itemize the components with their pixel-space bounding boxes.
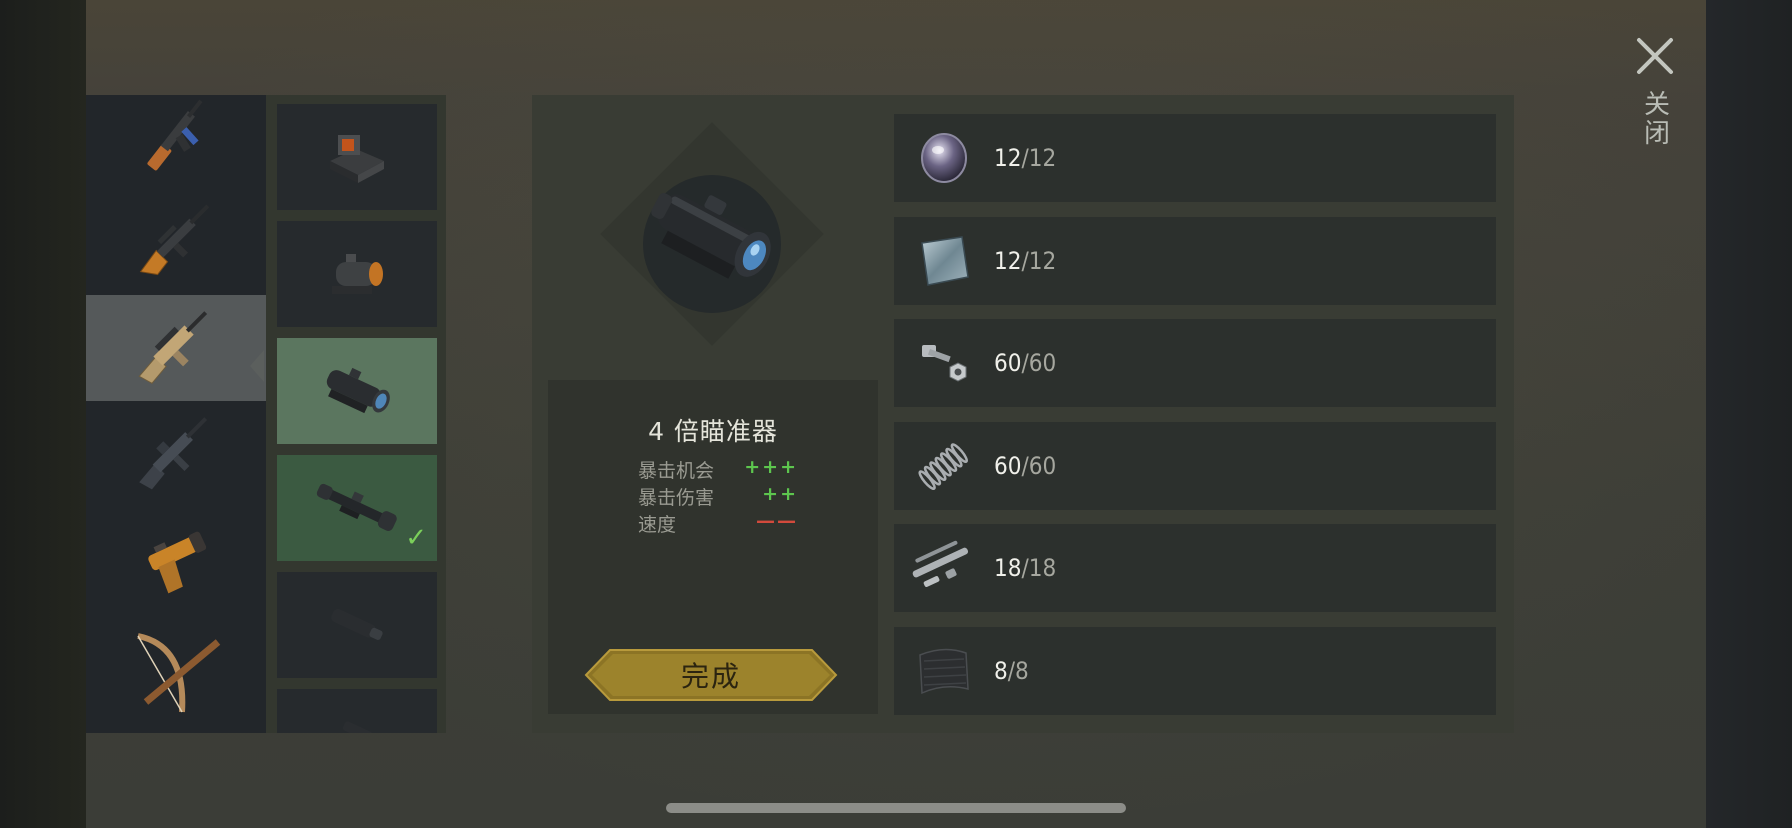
material-have: 12 <box>994 247 1022 275</box>
close-label: 关闭 <box>1639 90 1670 148</box>
bolt-nut-icon <box>922 345 967 382</box>
material-need: 12 <box>1028 247 1057 275</box>
material-have: 18 <box>994 554 1022 582</box>
stat-crit-chance: 暴击机会 +++ <box>638 456 798 482</box>
done-button[interactable]: 完成 <box>584 648 838 702</box>
weapon-dragunov-rifle[interactable] <box>86 189 266 295</box>
spring-icon <box>918 443 969 491</box>
home-indicator[interactable] <box>666 803 1126 813</box>
stat-label: 速度 <box>638 514 677 536</box>
material-have: 60 <box>994 452 1022 480</box>
rubber-sheet-icon <box>919 648 969 695</box>
acog-scope-preview-icon <box>651 193 771 279</box>
dragunov-rifle-icon <box>139 204 210 276</box>
selection-arrow <box>250 350 264 382</box>
weapon-list[interactable] <box>86 95 266 733</box>
attachment-red-dot-sight[interactable] <box>277 221 437 327</box>
attachment-muzzle-device[interactable] <box>277 689 437 733</box>
material-row: 60/60 <box>894 319 1496 407</box>
item-title: 4 倍瞄准器 <box>648 417 778 446</box>
material-need: 60 <box>1028 349 1057 377</box>
material-row: 8/8 <box>894 627 1496 715</box>
weapon-flare-pistol[interactable] <box>86 507 266 613</box>
red-dot-sight-icon <box>332 254 383 294</box>
stat-value: +++ <box>744 456 798 478</box>
attachment-holographic-sight[interactable] <box>277 104 437 210</box>
acog-scope-icon <box>326 367 390 414</box>
m16-rifle-icon <box>139 417 208 490</box>
stat-label: 暴击机会 <box>638 460 715 482</box>
material-count: 60/60 <box>994 452 1057 480</box>
attachment-acog-scope[interactable] <box>277 338 437 444</box>
material-have: 8 <box>994 657 1008 685</box>
weapon-crossbow[interactable] <box>86 613 266 719</box>
attachment-sniper-scope[interactable]: ✓ <box>277 455 437 561</box>
sniper-scope-icon <box>316 483 397 531</box>
material-have: 60 <box>994 349 1022 377</box>
material-count: 18/18 <box>994 554 1057 582</box>
material-need: 12 <box>1028 144 1057 172</box>
equipped-check-icon: ✓ <box>405 523 427 553</box>
metal-plate-icon <box>921 236 969 286</box>
stat-value: ++ <box>762 483 798 505</box>
weapon-m16-rifle[interactable] <box>86 401 266 507</box>
material-need: 8 <box>1015 657 1029 685</box>
muzzle-device-icon <box>342 721 373 733</box>
stat-value: —— <box>756 510 798 532</box>
flare-pistol-icon <box>148 531 207 594</box>
pipe-parts-icon <box>912 540 969 587</box>
scar-rifle-icon <box>138 311 208 384</box>
attachment-suppressor[interactable] <box>277 572 437 678</box>
close-icon <box>1637 38 1673 74</box>
material-have: 12 <box>994 144 1022 172</box>
material-count: 8/8 <box>994 657 1029 685</box>
material-count: 60/60 <box>994 349 1057 377</box>
ak-rifle-icon <box>147 99 203 171</box>
material-row: 60/60 <box>894 422 1496 510</box>
material-need: 60 <box>1028 452 1057 480</box>
material-row: 12/12 <box>894 114 1496 202</box>
suppressor-icon <box>331 608 383 640</box>
weapon-scar-rifle[interactable] <box>86 295 266 401</box>
crafting-screen: ✓ 4 倍瞄准器 暴击机会 +++ 暴击伤害 ++ 速度 —— 完成 12/12… <box>0 0 1792 828</box>
close-button[interactable]: 关闭 <box>1630 36 1680 166</box>
stat-label: 暴击伤害 <box>638 487 715 509</box>
lens-icon <box>921 133 967 183</box>
material-count: 12/12 <box>994 247 1057 275</box>
material-count: 12/12 <box>994 144 1057 172</box>
crossbow-icon <box>137 633 221 713</box>
stat-crit-damage: 暴击伤害 ++ <box>638 483 798 509</box>
weapon-ak-rifle[interactable] <box>86 95 266 189</box>
attachment-list[interactable]: ✓ <box>266 95 446 733</box>
material-row: 12/12 <box>894 217 1496 305</box>
material-row: 18/18 <box>894 524 1496 612</box>
holographic-sight-icon <box>330 135 384 183</box>
material-need: 18 <box>1028 554 1057 582</box>
stat-speed: 速度 —— <box>638 510 798 536</box>
done-button-label: 完成 <box>680 660 741 693</box>
